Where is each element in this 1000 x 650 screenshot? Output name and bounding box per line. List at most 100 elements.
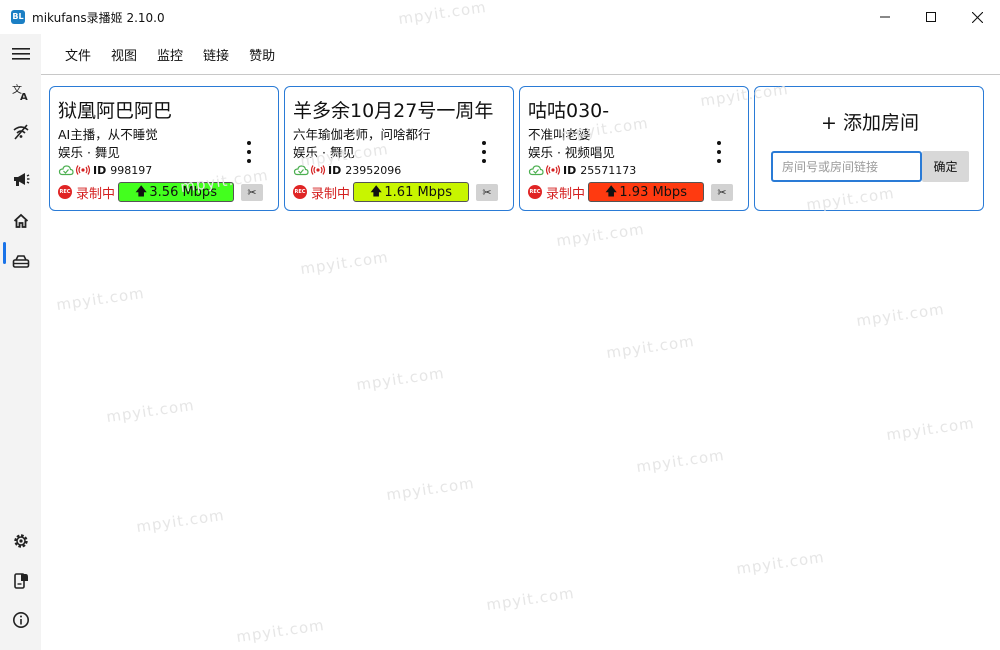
room-category: 娱乐 · 视频唱见 [528, 145, 615, 160]
menu-view[interactable]: 视图 [111, 45, 137, 64]
info-icon [13, 612, 29, 628]
maximize-button[interactable] [908, 0, 954, 34]
minimize-icon [880, 16, 890, 18]
sidebar-announce-button[interactable] [6, 166, 36, 194]
rec-icon: REC [528, 185, 542, 199]
more-dot [482, 159, 486, 163]
room-record-row: REC 录制中 🡅 1.93 Mbps ✂ [528, 182, 734, 202]
logs-icon [14, 573, 28, 589]
cut-button[interactable]: ✂ [476, 183, 499, 201]
live-signal-icon [545, 165, 561, 175]
sidebar-logs-button[interactable] [6, 567, 36, 595]
cut-button[interactable]: ✂ [241, 183, 264, 201]
cloud-check-icon [528, 165, 544, 176]
scissors-icon: ✂ [247, 185, 257, 199]
hamburger-menu-icon [12, 48, 30, 60]
room-record-row: REC 录制中 🡅 3.56 Mbps ✂ [58, 182, 264, 202]
live-signal-icon [310, 165, 326, 175]
window-title: mikufans录播姬 2.10.0 [32, 11, 165, 25]
more-dot [717, 141, 721, 145]
sidebar-settings-button[interactable] [6, 527, 36, 555]
menu-divider [41, 74, 1000, 75]
sidebar-home-button[interactable] [6, 207, 36, 235]
watermark: mpyit.com [55, 283, 146, 315]
watermark: mpyit.com [485, 583, 576, 615]
room-id-row: ID 23952096 [293, 162, 401, 178]
room-card[interactable]: 狱凰阿巴阿巴 AI主播，从不睡觉 娱乐 · 舞见 ID 998197 REC 录… [49, 86, 279, 211]
home-icon [13, 213, 29, 228]
menu-links[interactable]: 链接 [203, 45, 229, 64]
room-description: 六年瑜伽老师，问啥都行 [293, 127, 431, 142]
sidebar-about-button[interactable] [6, 606, 36, 634]
watermark: mpyit.com [555, 219, 646, 251]
no-wifi-icon [13, 124, 29, 140]
watermark: mpyit.com [235, 615, 326, 647]
minimize-button[interactable] [862, 0, 908, 34]
translate-icon: 文 A [12, 83, 28, 101]
live-signal-icon [75, 165, 91, 175]
room-category: 娱乐 · 舞见 [293, 145, 355, 160]
menu-file[interactable]: 文件 [65, 45, 91, 64]
scissors-icon: ✂ [482, 185, 492, 199]
watermark: mpyit.com [855, 299, 946, 331]
bitrate-indicator: 🡅 1.61 Mbps [353, 182, 470, 202]
sidebar-toolbox-button[interactable] [6, 247, 36, 275]
room-id: 23952096 [345, 163, 402, 177]
room-more-button[interactable] [712, 139, 726, 165]
sidebar-network-button[interactable] [6, 118, 36, 146]
toolbox-icon [12, 255, 30, 268]
svg-text:A: A [20, 92, 28, 101]
room-more-button[interactable] [477, 139, 491, 165]
cut-button[interactable]: ✂ [711, 183, 734, 201]
recording-status: 录制中 [76, 186, 116, 202]
app-logo-icon: BL [11, 10, 25, 24]
room-record-row: REC 录制中 🡅 1.61 Mbps ✂ [293, 182, 499, 202]
confirm-button[interactable]: 确定 [922, 151, 969, 182]
more-dot [247, 159, 251, 163]
room-description: AI主播，从不睡觉 [58, 127, 158, 142]
bitrate-indicator: 🡅 3.56 Mbps [118, 182, 235, 202]
rec-icon: REC [58, 185, 72, 199]
watermark: mpyit.com [635, 445, 726, 477]
title-bar: BL mikufans录播姬 2.10.0 [0, 0, 1000, 34]
sidebar-menu-button[interactable] [6, 40, 36, 68]
more-dot [247, 150, 251, 154]
more-dot [482, 150, 486, 154]
watermark: mpyit.com [385, 473, 476, 505]
maximize-icon [926, 12, 936, 22]
room-id-label: ID [93, 163, 107, 177]
bitrate-value: 1.61 Mbps [384, 184, 452, 200]
watermark: mpyit.com [735, 547, 826, 579]
room-id-row: ID 25571173 [528, 162, 636, 178]
menu-bar: 文件 视图 监控 链接 赞助 [41, 34, 1000, 74]
bitrate-indicator: 🡅 1.93 Mbps [588, 182, 705, 202]
sidebar: 文 A [0, 34, 41, 650]
watermark: mpyit.com [885, 413, 976, 445]
watermark: mpyit.com [299, 247, 390, 279]
room-more-button[interactable] [242, 139, 256, 165]
upload-arrow-icon: 🡅 [370, 183, 383, 198]
room-id-input[interactable] [771, 151, 922, 182]
add-room-title: + 添加房间 [821, 112, 919, 134]
watermark: mpyit.com [135, 505, 226, 537]
room-title: 咕咕030- [528, 100, 610, 122]
room-category: 娱乐 · 舞见 [58, 145, 120, 160]
room-description: 不准叫老婆 [528, 127, 591, 142]
room-title: 狱凰阿巴阿巴 [58, 100, 173, 122]
sidebar-language-button[interactable]: 文 A [6, 78, 36, 106]
rec-icon: REC [293, 185, 307, 199]
settings-icon [14, 534, 28, 548]
menu-sponsor[interactable]: 赞助 [249, 45, 275, 64]
room-card[interactable]: 羊多余10月27号一周年 六年瑜伽老师，问啥都行 娱乐 · 舞见 ID 2395… [284, 86, 514, 211]
room-id-label: ID [328, 163, 342, 177]
more-dot [717, 150, 721, 154]
add-room-card: + 添加房间 确定 [754, 86, 984, 211]
room-card[interactable]: 咕咕030- 不准叫老婆 娱乐 · 视频唱见 ID 25571173 REC 录… [519, 86, 749, 211]
close-icon [971, 11, 983, 23]
close-button[interactable] [954, 0, 1000, 34]
upload-arrow-icon: 🡅 [605, 183, 618, 198]
recording-status: 录制中 [311, 186, 351, 202]
menu-monitor[interactable]: 监控 [157, 45, 183, 64]
more-dot [482, 141, 486, 145]
scissors-icon: ✂ [717, 185, 727, 199]
